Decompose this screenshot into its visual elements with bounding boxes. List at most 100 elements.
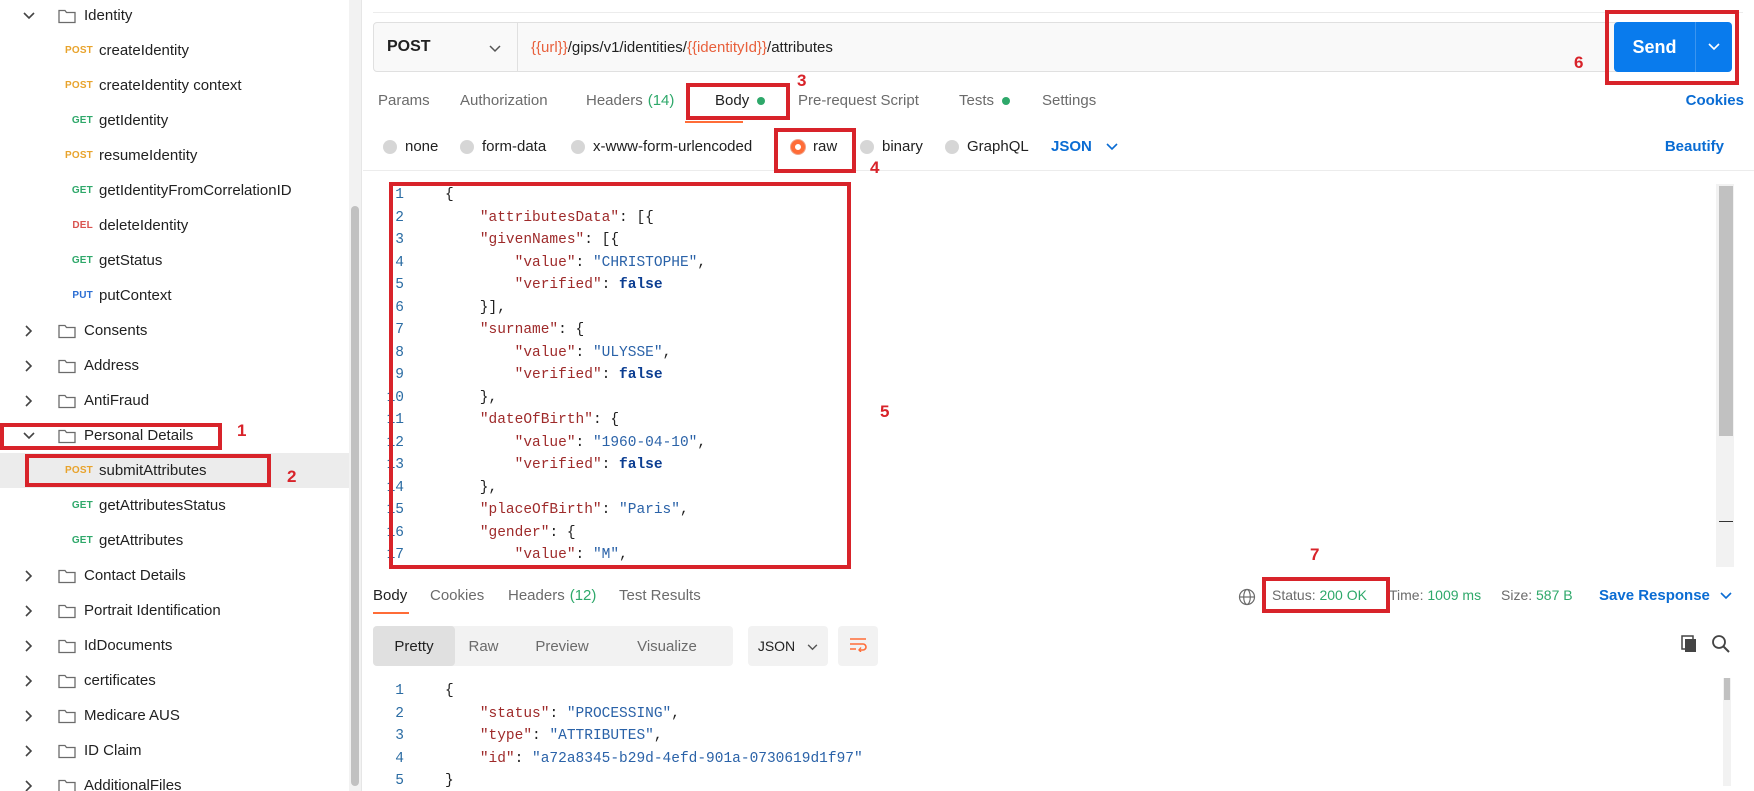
folder-icon <box>58 568 76 584</box>
code-text: "value": "CHRISTOPHE", <box>514 254 707 271</box>
folder-personal-details[interactable]: Personal Details <box>0 418 350 453</box>
cookies-link[interactable]: Cookies <box>1686 92 1744 109</box>
view-visualize[interactable]: Visualize <box>612 626 722 666</box>
beautify-link[interactable]: Beautify <box>1665 138 1724 155</box>
chevron-down-icon[interactable] <box>21 8 37 24</box>
chevron-down-icon[interactable] <box>21 428 37 444</box>
request-item-submit-attributes[interactable]: POST submitAttributes <box>0 453 350 488</box>
request-editor: POST {{url}}/gips/v1/identities/{{identi… <box>363 0 1754 791</box>
sidebar-scrollbar-thumb[interactable] <box>351 206 359 786</box>
method-select[interactable]: POST <box>374 23 518 71</box>
response-scrollbar-thumb[interactable] <box>1724 678 1730 700</box>
chevron-right-icon[interactable] <box>21 778 37 791</box>
folder-additional-files[interactable]: AdditionalFiles <box>0 768 350 791</box>
folder-certificates[interactable]: certificates <box>0 663 350 698</box>
method-badge: PUT <box>72 290 93 301</box>
request-item[interactable]: GET getAttributesStatus <box>0 488 350 523</box>
view-raw[interactable]: Raw <box>455 626 512 666</box>
method-badge: POST <box>64 465 93 476</box>
request-item[interactable]: POST resumeIdentity <box>0 138 350 173</box>
code-line: 17 "value": "M", <box>363 544 1703 566</box>
search-icon[interactable] <box>1711 634 1731 659</box>
request-item[interactable]: GET getIdentityFromCorrelationID <box>0 173 350 208</box>
url-variable: {{identityId}} <box>686 38 768 56</box>
folder-identity[interactable]: Identity <box>0 0 350 33</box>
tab-response-cookies[interactable]: Cookies <box>430 587 484 604</box>
body-format-select[interactable]: JSON <box>1051 138 1118 155</box>
view-preview[interactable]: Preview <box>512 626 612 666</box>
chevron-right-icon[interactable] <box>21 358 37 374</box>
chevron-right-icon[interactable] <box>21 323 37 339</box>
radio-urlencoded[interactable]: x-www-form-urlencoded <box>571 138 752 155</box>
folder-antifraud[interactable]: AntiFraud <box>0 383 350 418</box>
request-item[interactable]: GET getAttributes <box>0 523 350 558</box>
radio-none[interactable]: none <box>383 138 438 155</box>
radio-binary[interactable]: binary <box>860 138 923 155</box>
request-body-editor[interactable]: 1{ 2 "attributesData": [{ 3 "givenNames"… <box>363 184 1734 567</box>
response-time[interactable]: Time: 1009 ms <box>1389 587 1481 603</box>
chevron-right-icon[interactable] <box>21 708 37 724</box>
line-number: 6 <box>395 299 404 316</box>
code-text: { <box>445 187 454 203</box>
tab-params[interactable]: Params <box>378 92 430 109</box>
response-status[interactable]: Status: 200 OK <box>1272 587 1367 603</box>
tab-pre-request-script[interactable]: Pre-request Script <box>798 92 919 109</box>
tab-authorization[interactable]: Authorization <box>460 92 548 109</box>
radio-form-data[interactable]: form-data <box>460 138 546 155</box>
request-item[interactable]: GET getIdentity <box>0 103 350 138</box>
chevron-right-icon[interactable] <box>21 603 37 619</box>
request-item[interactable]: DEL deleteIdentity <box>0 208 350 243</box>
folder-address[interactable]: Address <box>0 348 350 383</box>
view-pretty[interactable]: Pretty <box>373 626 455 666</box>
size-label: Size: <box>1501 587 1533 603</box>
chevron-right-icon[interactable] <box>21 638 37 654</box>
response-view-switcher: Pretty Raw Preview Visualize <box>373 626 733 666</box>
response-body-viewer[interactable]: 1{ 2 "status": "PROCESSING", 3 "type": "… <box>363 680 1734 791</box>
send-options-button[interactable] <box>1696 22 1732 72</box>
tab-tests[interactable]: Tests <box>959 92 1011 109</box>
tab-count: (14) <box>647 92 675 109</box>
response-toolbar: Pretty Raw Preview Visualize JSON <box>373 626 1743 666</box>
radio-label: GraphQL <box>967 138 1029 155</box>
chevron-right-icon[interactable] <box>21 743 37 759</box>
radio-icon <box>383 139 397 154</box>
chevron-right-icon[interactable] <box>21 568 37 584</box>
folder-portrait-identification[interactable]: Portrait Identification <box>0 593 350 628</box>
tab-response-headers[interactable]: Headers (12) <box>508 587 596 604</box>
folder-icon <box>58 638 76 654</box>
folder-contact-details[interactable]: Contact Details <box>0 558 350 593</box>
save-response-button[interactable]: Save Response <box>1599 587 1732 604</box>
request-item[interactable]: POST createIdentity <box>0 33 350 68</box>
chevron-down-icon <box>1720 587 1732 604</box>
folder-medicare-aus[interactable]: Medicare AUS <box>0 698 350 733</box>
folder-id-claim[interactable]: ID Claim <box>0 733 350 768</box>
url-input[interactable]: {{url}}/gips/v1/identities/{{identityId}… <box>518 39 833 56</box>
request-item[interactable]: GET getStatus <box>0 243 350 278</box>
radio-label: binary <box>882 138 923 155</box>
request-item[interactable]: PUT putContext <box>0 278 350 313</box>
request-item[interactable]: POST createIdentity context <box>0 68 350 103</box>
code-text: }, <box>445 479 498 496</box>
folder-consents[interactable]: Consents <box>0 313 350 348</box>
radio-icon <box>860 139 874 154</box>
code-text: "status": "PROCESSING", <box>479 705 680 722</box>
response-size[interactable]: Size: 587 B <box>1501 587 1573 603</box>
tab-test-results[interactable]: Test Results <box>619 587 701 604</box>
globe-icon[interactable] <box>1238 588 1256 609</box>
radio-raw[interactable]: raw <box>791 138 837 155</box>
folder-iddocuments[interactable]: IdDocuments <box>0 628 350 663</box>
chevron-right-icon[interactable] <box>21 673 37 689</box>
radio-graphql[interactable]: GraphQL <box>945 138 1029 155</box>
tab-headers[interactable]: Headers (14) <box>586 92 674 109</box>
tab-settings[interactable]: Settings <box>1042 92 1096 109</box>
response-format-select[interactable]: JSON <box>748 626 828 666</box>
send-button[interactable]: Send <box>1614 22 1696 72</box>
editor-scrollbar-thumb[interactable] <box>1719 186 1733 436</box>
wrap-lines-button[interactable] <box>838 626 878 666</box>
tab-body[interactable]: Body <box>715 92 766 109</box>
folder-label: Address <box>84 357 140 374</box>
copy-icon[interactable] <box>1679 634 1699 659</box>
tab-response-body[interactable]: Body <box>373 587 407 604</box>
line-number: 17 <box>386 547 404 563</box>
chevron-right-icon[interactable] <box>21 393 37 409</box>
